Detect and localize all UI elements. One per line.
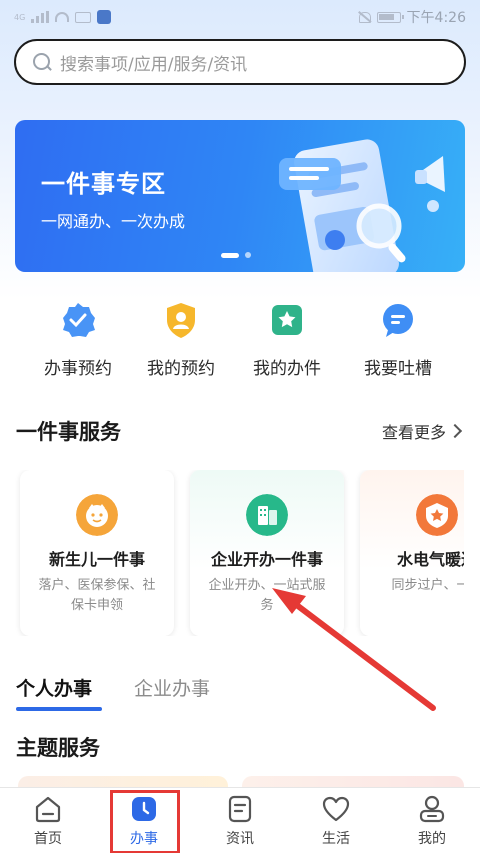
annotation-highlight-box [110,790,180,853]
network-type: 4G [14,12,26,22]
search-placeholder: 搜索事项/应用/服务/资讯 [60,54,248,75]
banner-subtitle: 一网通办、一次办成 [41,212,186,231]
news-icon [228,795,252,823]
nav-label: 生活 [322,831,350,847]
service-card-title: 企业开办一件事 [210,550,323,569]
quick-action-label: 我要吐槽 [364,359,432,379]
service-card-title: 新生儿一件事 [48,550,145,569]
service-card-business[interactable]: 企业开办一件事 企业开办、一站式服务 [190,470,344,636]
quick-action-feedback[interactable]: 我要吐槽 [343,300,453,379]
shield-app-icon [97,10,112,24]
badge-check-icon [63,303,95,337]
baby-icon [76,494,118,536]
service-card-desc: 企业开办、一站式服务 [208,578,326,613]
mute-icon [357,10,371,24]
services-section-title: 一件事服务 [16,420,121,444]
pagination-dot [245,252,251,258]
status-left: 4G [14,10,112,24]
house-star-icon [416,494,458,536]
phone-illustration-icon [279,139,445,272]
wifi-icon [55,12,70,22]
service-card-desc: 同步过户、一成 [391,578,464,593]
service-card-utilities[interactable]: 水电气暖过 同步过户、一成 [360,470,464,636]
user-shield-icon [167,303,195,338]
nav-life[interactable]: 生活 [296,794,376,848]
quick-action-booking[interactable]: 办事预约 [23,300,133,379]
star-folder-icon [272,305,302,335]
service-card-list[interactable]: 新生儿一件事 落户、医保参保、社保卡申领 企业开办一件事 企业开办、一站式服务 … [0,470,464,636]
building-icon [246,494,288,536]
quick-actions: 办事预约 我的预约 我的办件 我要吐槽 [0,300,480,390]
nav-profile[interactable]: 我的 [392,794,472,848]
status-right: 下午4:26 [357,7,466,27]
service-card-desc: 落户、医保参保、社保卡申领 [38,578,156,613]
chat-bubble-icon [383,304,413,337]
nav-label: 我的 [418,831,446,847]
nav-label: 首页 [34,831,62,847]
quick-action-my-cases[interactable]: 我的办件 [232,300,342,379]
search-bar[interactable]: 搜索事项/应用/服务/资讯 [14,39,466,85]
quick-action-label: 我的预约 [147,359,215,379]
nav-home[interactable]: 首页 [8,794,88,848]
home-icon [35,796,61,823]
nav-news[interactable]: 资讯 [200,794,280,848]
view-more-label: 查看更多 [381,423,446,442]
signal-icon [31,11,50,23]
service-card-newborn[interactable]: 新生儿一件事 落户、医保参保、社保卡申领 [20,470,174,636]
theme-section-title: 主题服务 [16,736,100,760]
search-icon [32,52,52,72]
view-more-link[interactable]: 查看更多 [381,419,463,443]
battery-icon [376,11,404,23]
service-card-title: 水电气暖过 [396,550,464,569]
quick-action-label: 我的办件 [253,359,321,379]
mail-icon [75,11,92,23]
tab-personal[interactable]: 个人办事 [16,674,92,701]
tab-enterprise[interactable]: 企业办事 [134,674,210,701]
quick-action-label: 办事预约 [44,359,112,379]
promo-banner[interactable]: 一件事专区 一网通办、一次办成 [15,120,465,272]
banner-title: 一件事专区 [41,170,166,198]
status-bar: 4G 下午4:26 [0,0,480,34]
tab-underline [16,707,102,711]
nav-label: 资讯 [226,831,254,847]
banner-pagination [221,252,251,258]
chevron-right-icon [447,423,463,439]
profile-icon [419,795,445,823]
status-time: 下午4:26 [406,10,466,26]
bottom-nav: 首页 办事 资讯 生活 我的 [0,787,480,853]
heart-icon [322,796,350,822]
pagination-dot-active [221,252,239,258]
quick-action-my-booking[interactable]: 我的预约 [126,300,236,379]
